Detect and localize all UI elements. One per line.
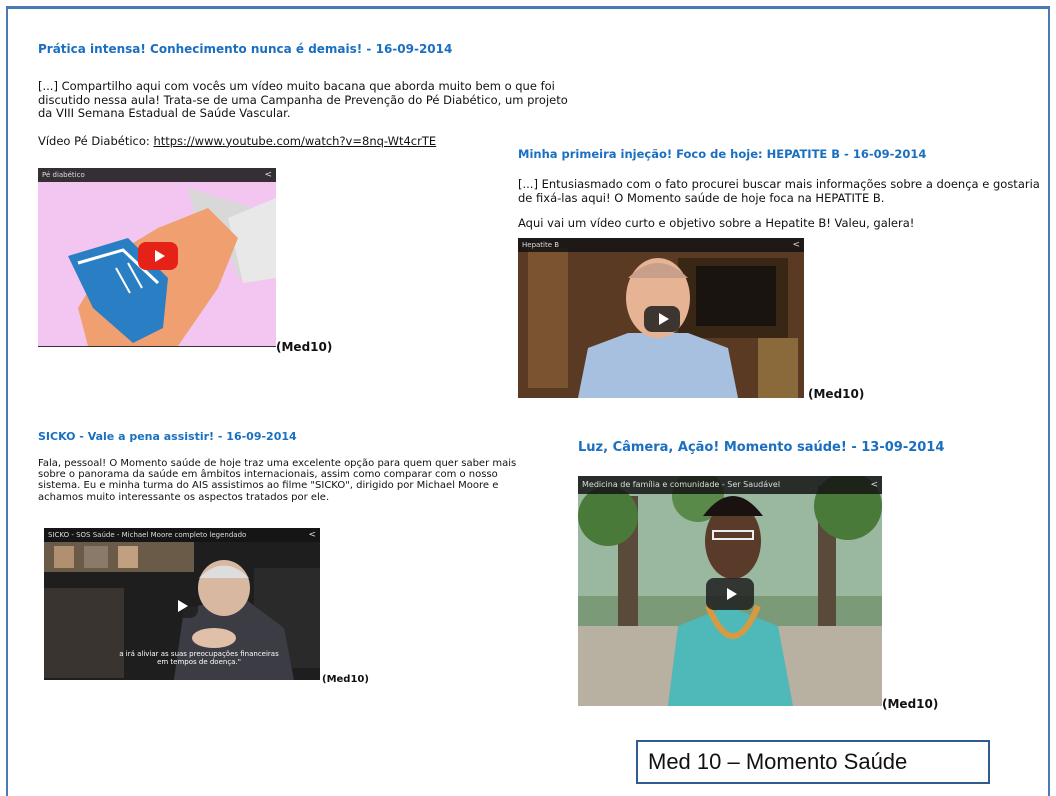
slide-caption-box: Med 10 – Momento Saúde [636,740,990,784]
author-label: (Med10) [808,387,865,401]
video-underline [38,346,276,347]
post-title-luz-camera[interactable]: Luz, Câmera, Ação! Momento saúde! - 13-0… [578,440,944,455]
post-body-hepatite: [...] Entusiasmado com o fato procurei b… [518,177,1046,231]
share-icon[interactable]: < [870,476,878,494]
author-label: (Med10) [322,674,369,685]
post-title-pratica[interactable]: Prática intensa! Conhecimento nunca é de… [38,42,452,56]
video-medicina-familia[interactable]: Medicina de família e comunidade - Ser S… [578,476,882,706]
share-icon[interactable]: < [264,168,272,182]
post-paragraph: [...] Compartilho aqui com vocês um víde… [38,79,568,121]
video-link-prefix: Vídeo Pé Diabético: [38,133,154,148]
post-body-pratica: [...] Compartilho aqui com vocês um víde… [38,79,578,149]
share-icon[interactable]: < [792,238,800,252]
post-title-sicko[interactable]: SICKO - Vale a pena assistir! - 16-09-20… [38,430,297,443]
post-paragraph-2: Aqui vai um vídeo curto e objetivo sobre… [518,216,915,231]
play-button[interactable] [644,306,680,332]
video-hepatite-b[interactable]: Hepatite B < [518,238,804,398]
share-icon[interactable]: < [308,528,316,542]
play-button[interactable] [138,242,178,270]
post-paragraph: [...] Entusiasmado com o fato procurei b… [518,177,1040,205]
play-icon [154,250,165,262]
post-paragraph: Fala, pessoal! O Momento saúde de hoje t… [38,458,517,503]
video-title: Hepatite B [522,241,560,249]
play-icon [658,313,669,325]
play-button[interactable] [706,578,754,610]
video-title: SICKO - SOS Saúde - Michael Moore comple… [48,531,247,539]
post-body-sicko: Fala, pessoal! O Momento saúde de hoje t… [38,458,518,503]
video-subtitle: a irá aliviar as suas preocupações finan… [119,650,279,667]
play-button[interactable] [164,594,198,618]
video-title-bar: Pé diabético < [38,168,276,182]
video-sicko[interactable]: SICKO - SOS Saúde - Michael Moore comple… [44,528,320,680]
video-title-bar: Medicina de família e comunidade - Ser S… [578,476,882,494]
video-title: Pé diabético [42,171,85,179]
video-title: Medicina de família e comunidade - Ser S… [582,480,781,489]
play-icon [177,600,188,612]
author-label: (Med10) [882,697,939,711]
play-icon [726,588,737,600]
post-title-hepatite[interactable]: Minha primeira injeção! Foco de hoje: HE… [518,147,926,161]
video-pe-diabetico[interactable]: Pé diabético < [38,168,276,346]
author-label: (Med10) [276,340,333,354]
video-link-line: Vídeo Pé Diabético: https://www.youtube.… [38,133,578,149]
video-title-bar: SICKO - SOS Saúde - Michael Moore comple… [44,528,320,542]
youtube-link[interactable]: https://www.youtube.com/watch?v=8nq-Wt4c… [153,134,436,148]
video-title-bar: Hepatite B < [518,238,804,252]
